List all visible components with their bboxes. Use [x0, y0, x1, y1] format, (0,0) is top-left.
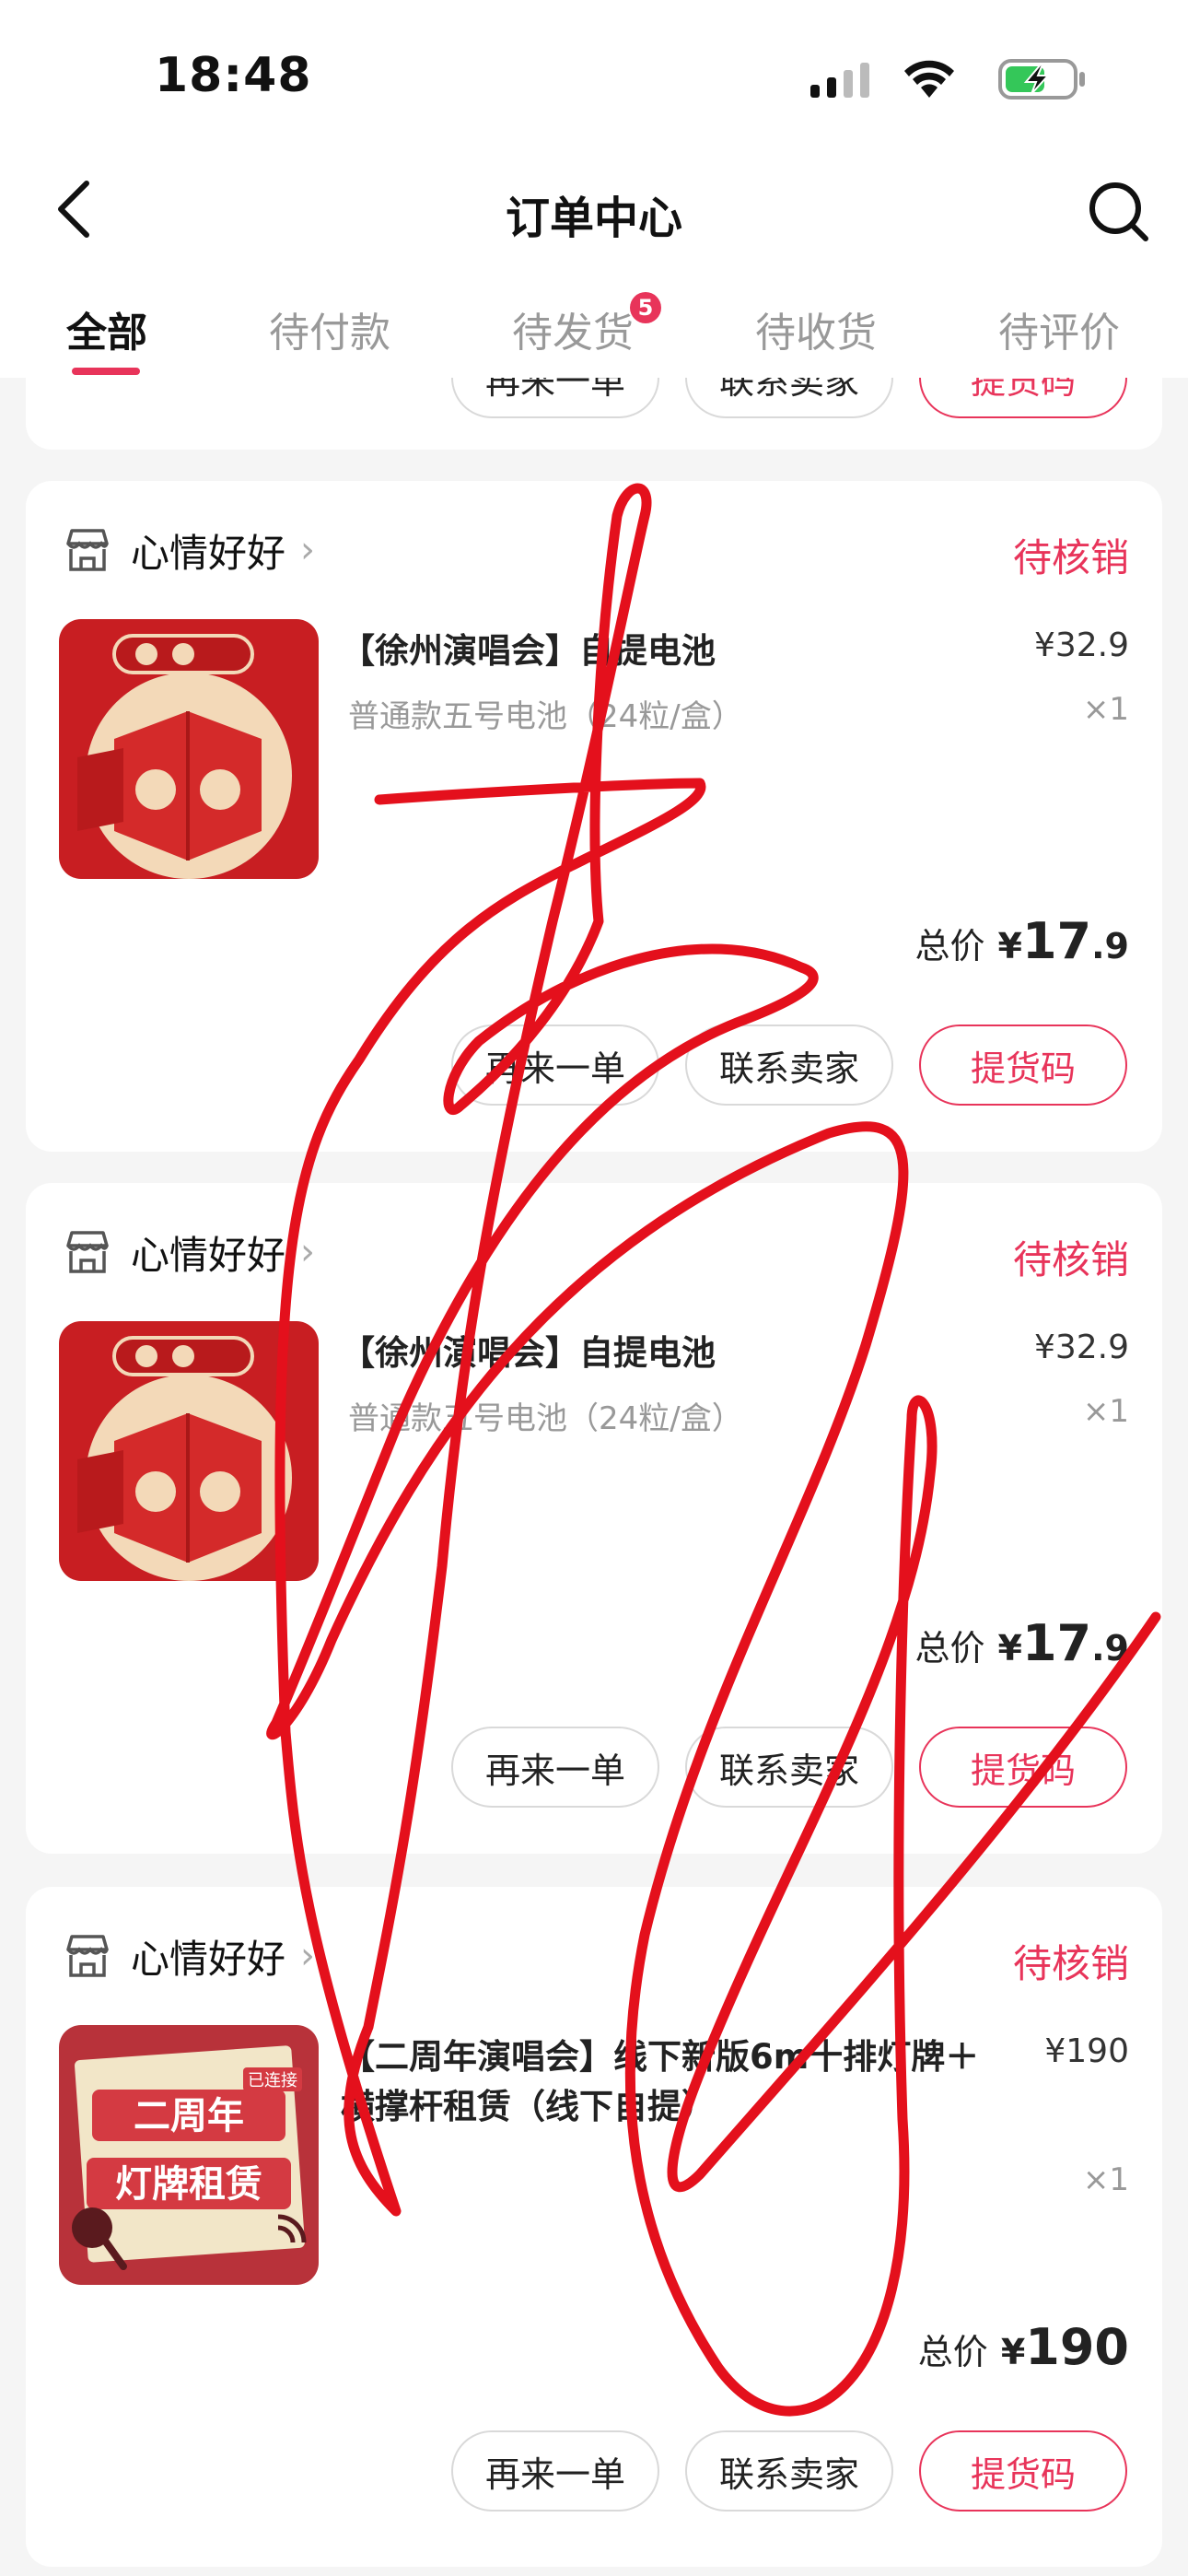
- currency-symbol: ¥: [997, 1628, 1022, 1669]
- order-status: 待核销: [1012, 1237, 1129, 1282]
- tab-pending-payment[interactable]: 待付款: [269, 299, 390, 358]
- shop-icon: [66, 1935, 109, 1977]
- wifi-icon: [904, 60, 954, 98]
- shop-icon: [66, 529, 109, 571]
- product-quantity: ×1: [1082, 2161, 1129, 2198]
- battery-box-image: [59, 1321, 319, 1581]
- order-status: 待核销: [1012, 535, 1129, 580]
- contact-seller-button[interactable]: 联系卖家: [685, 2430, 893, 2512]
- tab-pending-shipment[interactable]: 待发货 5: [512, 292, 661, 358]
- total-integer: 17: [1021, 1614, 1092, 1672]
- pickup-code-button[interactable]: 提货码: [919, 378, 1127, 418]
- order-tabs: 全部 待付款 待发货 5 待收货 待评价: [0, 272, 1188, 378]
- thumb-text-line1: 二周年: [134, 2095, 244, 2137]
- contact-seller-button[interactable]: 联系卖家: [685, 1727, 893, 1808]
- currency-symbol: ¥: [1000, 2332, 1026, 2372]
- total-label: 总价: [917, 2332, 988, 2372]
- total-label: 总价: [914, 926, 985, 966]
- product-thumbnail[interactable]: [59, 1321, 319, 1581]
- tab-badge: 5: [630, 292, 661, 323]
- order-total: 总价 ¥ 17 .9: [914, 1614, 1129, 1672]
- product-price: ¥32.9: [1033, 1329, 1129, 1366]
- pickup-code-button[interactable]: 提货码: [919, 1727, 1127, 1808]
- total-label: 总价: [914, 1628, 985, 1669]
- product-title: 【徐州演唱会】自提电池: [341, 631, 716, 671]
- light-sign-rental-image: 二周年 灯牌租赁 已连接: [59, 2025, 319, 2285]
- battery-charging-icon: [998, 59, 1085, 100]
- total-decimal: .9: [1091, 1628, 1129, 1669]
- reorder-button[interactable]: 再来一单: [451, 1025, 659, 1106]
- product-variant: 普通款五号电池（24粒/盒）: [348, 1400, 743, 1437]
- total-integer: 17: [1021, 912, 1092, 970]
- reorder-button[interactable]: 再来一单: [451, 1727, 659, 1808]
- order-total: 总价 ¥ 17 .9: [914, 912, 1129, 970]
- shop-name: 心情好好: [131, 1232, 286, 1278]
- total-integer: 190: [1025, 2318, 1129, 2376]
- order-card: 心情好好 › 待核销 【徐州演唱会】自提电池 普通款五号电池（24粒/盒） ¥3…: [26, 481, 1162, 1152]
- product-title: 【徐州演唱会】自提电池: [341, 1333, 716, 1373]
- reorder-button[interactable]: 再来一单: [451, 2430, 659, 2512]
- shop-name: 心情好好: [131, 1936, 286, 1982]
- order-status: 待核销: [1012, 1941, 1129, 1986]
- thumb-tag: 已连接: [248, 2071, 297, 2090]
- tab-all[interactable]: 全部: [66, 299, 147, 358]
- shop-icon: [66, 1231, 109, 1273]
- status-time: 18:48: [155, 48, 312, 103]
- shop-name: 心情好好: [131, 530, 286, 576]
- thumb-text-line2: 灯牌租赁: [115, 2163, 262, 2206]
- cellular-signal-icon: [810, 63, 869, 98]
- shop-link[interactable]: 心情好好 ›: [63, 522, 315, 578]
- product-title: 【二周年演唱会】线下新版6m十排灯牌＋横撑杆租赁（线下自提）: [341, 2037, 980, 2126]
- chevron-right-icon: ›: [300, 1231, 316, 1273]
- reorder-button[interactable]: 再来一单: [451, 378, 659, 418]
- currency-symbol: ¥: [997, 926, 1022, 966]
- chevron-right-icon: ›: [300, 1935, 316, 1977]
- order-card: 心情好好 › 待核销 二周年 灯牌租赁 已连接 【二周年演唱会】线下新版6m十排…: [26, 1887, 1162, 2567]
- battery-box-image: [59, 619, 319, 879]
- pickup-code-button[interactable]: 提货码: [919, 2430, 1127, 2512]
- order-card-previous: 再来一单 联系卖家 提货码: [26, 378, 1162, 450]
- status-bar: 18:48: [0, 0, 1188, 152]
- tab-active-indicator: [72, 368, 140, 375]
- search-button[interactable]: [1077, 170, 1160, 253]
- chevron-right-icon: ›: [300, 529, 316, 571]
- search-icon: [1089, 182, 1148, 241]
- shop-link[interactable]: 心情好好 ›: [63, 1928, 315, 1984]
- product-thumbnail[interactable]: 二周年 灯牌租赁 已连接: [59, 2025, 319, 2285]
- order-total: 总价 ¥ 190: [918, 2318, 1129, 2376]
- contact-seller-button[interactable]: 联系卖家: [685, 1025, 893, 1106]
- shop-link[interactable]: 心情好好 ›: [63, 1224, 315, 1280]
- tab-pending-receipt[interactable]: 待收货: [755, 299, 877, 358]
- contact-seller-button[interactable]: 联系卖家: [685, 378, 893, 418]
- product-price: ¥190: [1044, 2032, 1129, 2070]
- pickup-code-button[interactable]: 提货码: [919, 1025, 1127, 1106]
- product-variant: 普通款五号电池（24粒/盒）: [348, 698, 743, 735]
- product-quantity: ×1: [1082, 1393, 1129, 1430]
- product-price: ¥32.9: [1033, 626, 1129, 664]
- order-card: 心情好好 › 待核销 【徐州演唱会】自提电池 普通款五号电池（24粒/盒） ¥3…: [26, 1183, 1162, 1854]
- tab-pending-review[interactable]: 待评价: [998, 299, 1120, 358]
- nav-bar: 订单中心: [0, 152, 1188, 272]
- total-decimal: .9: [1091, 926, 1129, 966]
- page-title: 订单中心: [505, 193, 682, 244]
- product-quantity: ×1: [1082, 691, 1129, 728]
- product-thumbnail[interactable]: [59, 619, 319, 879]
